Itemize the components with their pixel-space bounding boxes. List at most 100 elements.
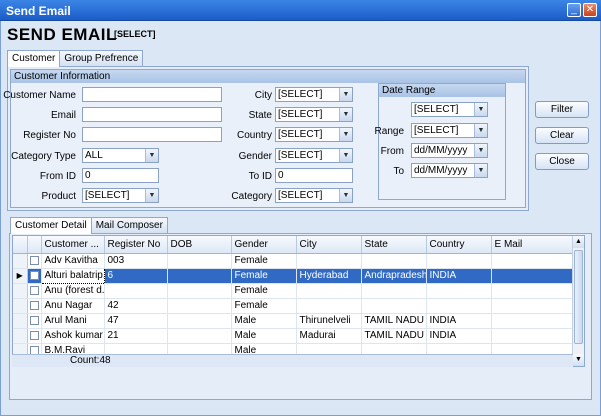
category-type-select[interactable]: ALL ▼ <box>82 148 159 163</box>
checkbox-column-header[interactable] <box>27 236 42 254</box>
minimize-button[interactable]: _ <box>567 3 581 17</box>
scroll-thumb[interactable] <box>574 250 583 344</box>
row-header[interactable] <box>13 253 28 269</box>
table-row[interactable]: Anu Nagar 42 Female <box>13 298 575 314</box>
cell-email[interactable] <box>491 283 575 299</box>
table-row[interactable]: Adv Kavitha 003 Female <box>13 253 575 269</box>
cell-state[interactable]: Andrapradesh <box>361 268 427 284</box>
cell-email[interactable] <box>491 253 575 269</box>
register-no-input[interactable] <box>82 127 222 142</box>
cell-dob[interactable] <box>167 253 232 269</box>
state-select[interactable]: [SELECT] ▼ <box>275 107 353 122</box>
table-row[interactable]: Arul Mani 47 Male Thirunelveli TAMIL NADU IND… <box>13 313 575 329</box>
column-header[interactable]: Register No <box>104 236 168 254</box>
product-select[interactable]: [SELECT] ▼ <box>82 188 159 203</box>
cell-gender[interactable]: Male <box>231 328 297 344</box>
cell-city[interactable]: Hyderabad <box>296 268 362 284</box>
cell-reg[interactable]: 6 <box>104 268 168 284</box>
cell-dob[interactable] <box>167 268 232 284</box>
row-header[interactable] <box>13 328 28 344</box>
gender-select[interactable]: [SELECT] ▼ <box>275 148 353 163</box>
country-select[interactable]: [SELECT] ▼ <box>275 127 353 142</box>
row-checkbox[interactable] <box>29 300 39 310</box>
tab-group-prefrence[interactable]: Group Prefrence <box>59 50 144 66</box>
row-header[interactable] <box>13 283 28 299</box>
cell-gender[interactable]: Male <box>231 313 297 329</box>
cell-city[interactable] <box>296 253 362 269</box>
table-row[interactable]: Ashok kumar 21 Male Madurai TAMIL NADU INDIA <box>13 328 575 344</box>
row-checkbox[interactable] <box>29 255 39 265</box>
category-select[interactable]: [SELECT] ▼ <box>275 188 353 203</box>
cell-email[interactable] <box>491 298 575 314</box>
cell-email[interactable] <box>491 313 575 329</box>
city-select[interactable]: [SELECT] ▼ <box>275 87 353 102</box>
row-checkbox[interactable] <box>29 330 39 340</box>
filter-button[interactable]: Filter <box>535 101 589 118</box>
range-select[interactable]: [SELECT] ▼ <box>411 123 488 138</box>
column-header[interactable]: Customer ... <box>41 236 105 254</box>
cell-email[interactable] <box>491 268 575 284</box>
cell-reg[interactable]: 42 <box>104 298 168 314</box>
email-input[interactable] <box>82 107 222 122</box>
tab-mail-composer[interactable]: Mail Composer <box>90 217 168 233</box>
cell-city[interactable]: Madurai <box>296 328 362 344</box>
cell-name[interactable]: Adv Kavitha <box>41 253 105 269</box>
row-checkbox[interactable] <box>29 285 39 295</box>
cell-gender[interactable]: Female <box>231 253 297 269</box>
to-date-picker[interactable]: dd/MM/yyyy ▼ <box>411 163 488 178</box>
row-checkbox[interactable] <box>29 270 39 280</box>
row-header[interactable] <box>13 313 28 329</box>
row-header[interactable] <box>13 298 28 314</box>
cell-country[interactable]: INDIA <box>426 328 492 344</box>
cell-email[interactable] <box>491 328 575 344</box>
cell-state[interactable] <box>361 253 427 269</box>
current-row-indicator-icon[interactable]: ▶ <box>13 268 28 284</box>
cell-dob[interactable] <box>167 298 232 314</box>
date-range-select[interactable]: [SELECT] ▼ <box>411 102 488 117</box>
column-header[interactable]: Country <box>426 236 492 254</box>
row-checkbox[interactable] <box>29 315 39 325</box>
column-header[interactable]: DOB <box>167 236 232 254</box>
cell-dob[interactable] <box>167 328 232 344</box>
cell-name[interactable]: Ashok kumar <box>41 328 105 344</box>
column-header[interactable]: E Mail <box>491 236 575 254</box>
cell-dob[interactable] <box>167 313 232 329</box>
cell-gender[interactable]: Female <box>231 283 297 299</box>
customer-name-input[interactable] <box>82 87 222 102</box>
cell-name[interactable]: Arul Mani <box>41 313 105 329</box>
tab-customer-detail[interactable]: Customer Detail <box>10 217 92 234</box>
from-id-input[interactable]: 0 <box>82 168 159 183</box>
cell-state[interactable] <box>361 283 427 299</box>
cell-reg[interactable]: 003 <box>104 253 168 269</box>
clear-button[interactable]: Clear <box>535 127 589 144</box>
cell-reg[interactable]: 21 <box>104 328 168 344</box>
cell-gender[interactable]: Female <box>231 298 297 314</box>
cell-gender[interactable]: Female <box>231 268 297 284</box>
cell-country[interactable] <box>426 298 492 314</box>
cell-country[interactable] <box>426 253 492 269</box>
close-button[interactable]: Close <box>535 153 589 170</box>
close-window-button[interactable]: ✕ <box>583 3 597 17</box>
cell-state[interactable]: TAMIL NADU <box>361 313 427 329</box>
column-header[interactable]: Gender <box>231 236 297 254</box>
cell-reg[interactable] <box>104 283 168 299</box>
scroll-down-icon[interactable]: ▼ <box>573 354 584 366</box>
cell-city[interactable] <box>296 298 362 314</box>
cell-country[interactable]: INDIA <box>426 268 492 284</box>
cell-dob[interactable] <box>167 283 232 299</box>
cell-name[interactable]: Anu (forest d... <box>41 283 105 299</box>
cell-country[interactable] <box>426 283 492 299</box>
cell-name[interactable]: Alturi balatrip... <box>40 267 105 284</box>
cell-name[interactable]: Anu Nagar <box>41 298 105 314</box>
cell-state[interactable]: TAMIL NADU <box>361 328 427 344</box>
to-id-input[interactable]: 0 <box>275 168 353 183</box>
table-row[interactable]: ▶ Alturi balatrip...6 FemaleHyderabadAndra… <box>13 267 575 284</box>
customer-grid[interactable]: Customer ... Register No DOB Gender City… <box>12 235 585 367</box>
cell-city[interactable]: Thirunelveli <box>296 313 362 329</box>
cell-reg[interactable]: 47 <box>104 313 168 329</box>
scroll-up-icon[interactable]: ▲ <box>573 236 584 248</box>
cell-country[interactable]: INDIA <box>426 313 492 329</box>
column-header[interactable]: State <box>361 236 427 254</box>
tab-customer[interactable]: Customer <box>7 50 61 67</box>
cell-state[interactable] <box>361 298 427 314</box>
